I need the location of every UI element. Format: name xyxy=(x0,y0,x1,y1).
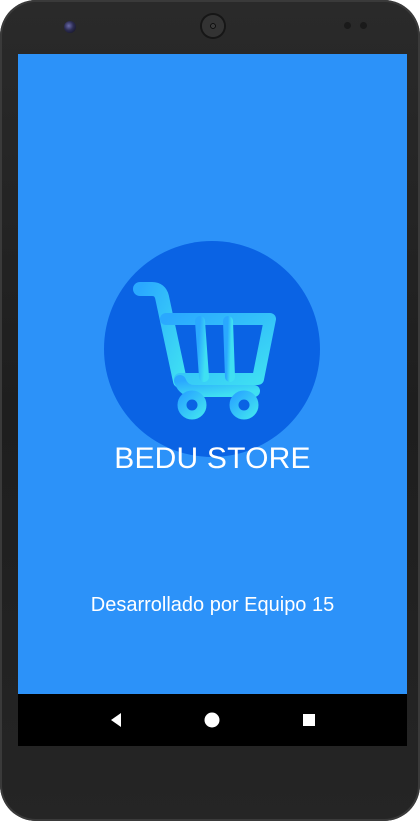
nav-recents-button[interactable] xyxy=(296,707,322,733)
recents-square-icon xyxy=(303,714,315,726)
app-logo xyxy=(104,241,320,457)
front-camera xyxy=(64,21,76,33)
back-triangle-icon xyxy=(111,713,121,727)
nav-home-button[interactable] xyxy=(199,707,225,733)
earpiece-speaker xyxy=(202,15,224,37)
system-navigation-bar xyxy=(18,694,407,746)
nav-back-button[interactable] xyxy=(103,707,129,733)
shopping-cart-icon xyxy=(133,282,276,420)
phone-frame: BEDU STORE Desarrollado por Equipo 15 xyxy=(0,0,420,821)
credits-text: Desarrollado por Equipo 15 xyxy=(90,594,335,616)
light-sensor xyxy=(360,22,367,29)
splash-screen: BEDU STORE Desarrollado por Equipo 15 xyxy=(18,54,407,746)
app-title: BEDU STORE xyxy=(114,442,311,475)
home-circle-icon xyxy=(204,712,220,728)
proximity-sensor xyxy=(344,22,351,29)
